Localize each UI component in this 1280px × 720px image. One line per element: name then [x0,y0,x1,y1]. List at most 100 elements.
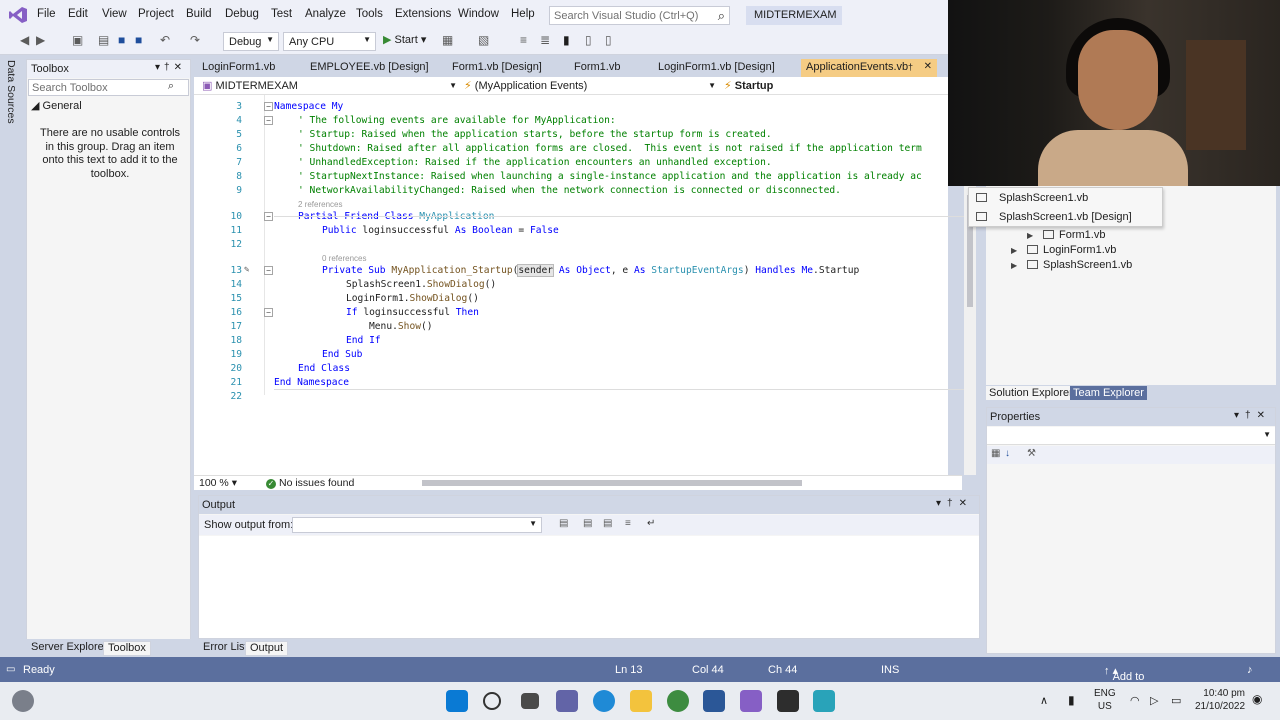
codelens-references[interactable]: 0 references [322,254,366,263]
code-line[interactable]: 18 End If [194,335,948,349]
language-indicator[interactable]: ENG US [1094,687,1116,713]
output-window-buttons[interactable]: ▾†✕ [936,498,973,509]
output-source-dropdown[interactable]: ▼ [292,517,542,533]
expand-arrow-icon[interactable]: ▶ [1011,261,1017,270]
code-line[interactable]: 7 ' UnhandledException: Raised if the app… [194,157,948,171]
search-icon[interactable] [483,692,501,710]
menu-extensions[interactable]: Extensions [395,8,451,20]
tab-form1-design[interactable]: Form1.vb [Design] [452,61,542,73]
save-all-icon[interactable]: ■ [135,33,142,47]
platform-dropdown[interactable]: Any CPU ▼ [283,32,376,51]
menu-project[interactable]: Project [138,8,174,20]
menu-build[interactable]: Build [186,8,212,20]
solution-config-dropdown[interactable]: Debug ▼ [223,32,279,51]
task-view-icon[interactable] [521,693,539,709]
new-project-icon[interactable]: ▣ [72,33,83,47]
clear-all-icon[interactable]: ≡ [625,518,631,529]
tray-overflow-icon[interactable]: ∧ [1040,694,1048,707]
bookmark-next-icon[interactable]: ▯ [605,33,612,47]
indent-icon[interactable]: ≣ [540,33,550,47]
start-button[interactable]: ▶ Start ▾ [383,33,426,46]
project-dropdown[interactable]: ▣ MIDTERMEXAM ▼ [202,79,457,92]
terminal-icon[interactable] [777,690,799,712]
menu-debug[interactable]: Debug [225,8,259,20]
tree-item-form1[interactable]: ▶ Form1.vb [1027,229,1105,241]
tab-output[interactable]: Output [245,641,289,656]
code-editor[interactable]: 3− Namespace My 4− ' The following events … [194,95,976,475]
property-pages-icon[interactable]: ⚒ [1027,448,1036,459]
clock[interactable]: 10:40 pm 21/10/2022 [1195,687,1245,713]
browse-icon[interactable]: ▦ [442,33,453,47]
editor-horizontal-scrollbar[interactable] [422,480,802,486]
visual-studio-taskbar-icon[interactable] [740,690,762,712]
microphone-icon[interactable]: ▮ [1068,693,1075,707]
add-to-source-control-button[interactable]: ↑ Add to Source Control ▴ [1104,664,1148,707]
menu-help[interactable]: Help [511,8,535,20]
word-wrap-icon[interactable]: ↵ [647,518,655,529]
issues-indicator[interactable]: ✓ No issues found [266,477,354,489]
code-line[interactable]: 11 Public loginsuccessful As Boolean = Fa… [194,225,948,239]
zoom-dropdown[interactable]: 100 % ▾ [199,477,237,489]
alphabetical-icon[interactable]: ↓ [1005,448,1010,459]
battery-icon[interactable]: ▭ [1171,694,1181,707]
screen-recorder-icon[interactable] [813,690,835,712]
notification-center-icon[interactable]: ◉ [1252,692,1262,706]
menu-tools[interactable]: Tools [356,8,383,20]
code-line[interactable]: 13 ✎ − Private Sub MyApplication_Startup(se… [194,264,948,279]
code-line[interactable]: 9 ' NetworkAvailabilityChanged: Raised wh… [194,185,948,199]
back-icon[interactable]: ◀ [20,33,29,47]
code-line[interactable]: 10−Partial Friend Class MyApplication [194,211,948,225]
expand-arrow-icon[interactable]: ▶ [1027,231,1033,240]
output-text-area[interactable] [199,536,979,638]
prev-message-icon[interactable]: ▤ [583,518,592,529]
collapse-icon[interactable]: − [264,308,273,317]
code-line[interactable]: 20 End Class [194,363,948,377]
toolbox-window-buttons[interactable]: ▾†✕ [155,62,186,73]
code-line[interactable]: 8 ' StartupNextInstance: Raised when laun… [194,171,948,185]
windows-start-icon[interactable] [446,690,468,712]
code-line[interactable]: 6 ' Shutdown: Raised after all applicatio… [194,143,948,157]
save-icon[interactable]: ■ [118,33,125,47]
tab-applicationevents-vb[interactable]: ApplicationEvents.vb † ✕ [801,59,937,77]
tab-team-explorer[interactable]: Team Explorer [1070,386,1147,400]
code-line[interactable]: 22 [194,391,948,405]
codelens-references[interactable]: 2 references [298,200,342,209]
edge-icon[interactable] [593,690,615,712]
popup-item-splashscreen1[interactable]: SplashScreen1.vb [999,192,1088,204]
widgets-icon[interactable] [12,690,34,712]
menu-view[interactable]: View [102,8,127,20]
menu-test[interactable]: Test [271,8,292,20]
align-icon[interactable]: ≡ [520,33,527,47]
code-line[interactable]: 16 − If loginsuccessful Then [194,307,948,321]
code-line[interactable]: 17 Menu.Show() [194,321,948,335]
hot-reload-icon[interactable]: ▧ [478,33,489,47]
visual-studio-logo-icon[interactable] [8,6,28,24]
wifi-icon[interactable]: ◠ [1130,694,1140,707]
file-explorer-icon[interactable] [630,690,652,712]
bookmark-icon[interactable]: ▮ [563,33,570,47]
open-file-icon[interactable]: ▤ [98,33,109,47]
code-line[interactable]: 15 LoginForm1.ShowDialog() [194,293,948,307]
chrome-icon[interactable] [667,690,689,712]
tree-item-loginform1[interactable]: ▶ LoginForm1.vb [1011,244,1116,256]
code-line[interactable]: 14 SplashScreen1.ShowDialog() [194,279,948,293]
menu-edit[interactable]: Edit [68,8,88,20]
volume-icon[interactable]: ▷ [1150,694,1158,707]
bookmark-prev-icon[interactable]: ▯ [585,33,592,47]
tab-loginform1-vb[interactable]: LoginForm1.vb [202,61,275,73]
tree-item-splashscreen1[interactable]: ▶ SplashScreen1.vb [1011,259,1132,271]
undo-icon[interactable]: ↶ [160,33,170,47]
notifications-icon[interactable]: ♪ [1247,664,1253,676]
forward-icon[interactable]: ▶ [36,33,45,47]
code-line[interactable]: 4 − ' The following events are available f… [194,115,948,129]
next-message-icon[interactable]: ▤ [603,518,612,529]
categorized-icon[interactable]: ▦ [991,448,1000,459]
tab-solution-explorer[interactable]: Solution Explorer [986,386,1076,400]
collapse-icon[interactable]: − [264,266,273,275]
toolbox-group-general[interactable]: ◢ General [31,99,82,112]
code-line[interactable]: 5 ' Startup: Raised when the application … [194,129,948,143]
popup-item-splashscreen1-design[interactable]: SplashScreen1.vb [Design] [999,211,1132,223]
teams-chat-icon[interactable] [556,690,578,712]
tab-toolbox[interactable]: Toolbox [103,641,151,656]
collapse-icon[interactable]: − [264,116,273,125]
